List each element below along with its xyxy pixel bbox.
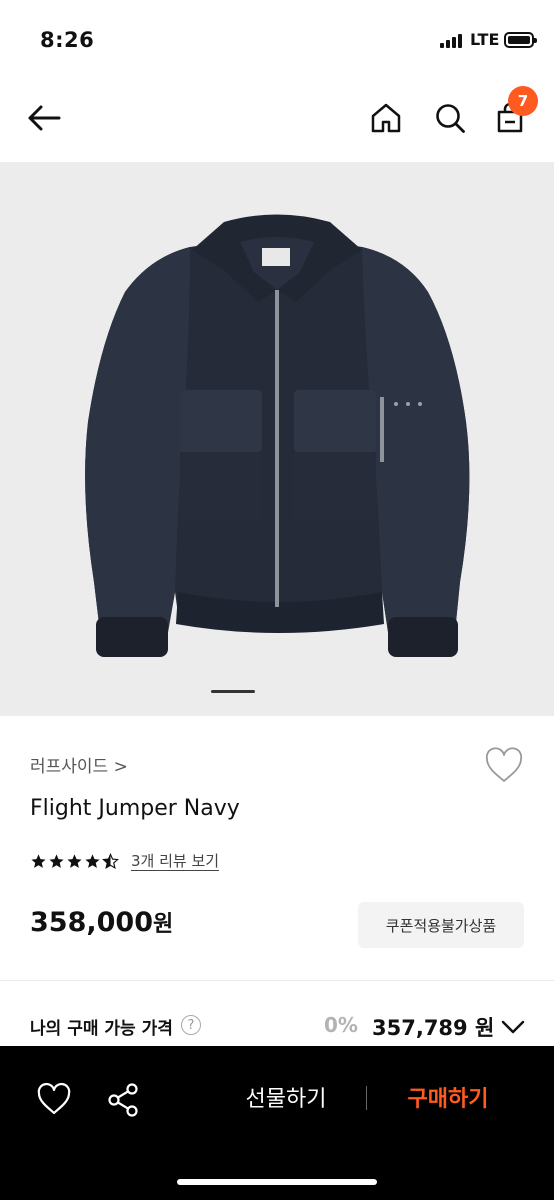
chevron-down-icon: [501, 1020, 525, 1034]
share-button[interactable]: [104, 1080, 144, 1120]
carousel-indicator: [211, 690, 255, 693]
price-unit: 원: [152, 912, 174, 937]
my-price-value: 357,789 원: [372, 1016, 495, 1040]
search-icon: [436, 104, 465, 133]
my-price-row[interactable]: 나의 구매 가능 가격 ? 0% 357,789 원: [0, 1000, 554, 1046]
discount-rate: 0%: [324, 1013, 358, 1037]
review-link[interactable]: 3개 리뷰 보기: [131, 852, 220, 871]
star-icon: [49, 854, 64, 868]
home-button[interactable]: [364, 96, 408, 140]
wishlist-button[interactable]: [482, 744, 526, 788]
home-indicator: [177, 1179, 377, 1185]
question-icon[interactable]: ?: [181, 1015, 201, 1035]
my-price-label: 나의 구매 가능 가격: [30, 1019, 173, 1039]
section-divider: [0, 980, 554, 981]
price-amount: 358,000: [30, 907, 153, 938]
share-icon: [108, 1083, 138, 1117]
battery-icon: [504, 32, 537, 48]
product-title: Flight Jumper Navy: [30, 796, 240, 821]
back-arrow-icon: [28, 105, 61, 131]
rating-row: 3개 리뷰 보기: [30, 852, 220, 871]
bottom-wishlist-button[interactable]: [34, 1080, 74, 1120]
network-label: LTE: [470, 30, 500, 49]
top-nav: [0, 80, 554, 162]
star-icon: [67, 854, 82, 868]
bottom-bar-divider: [366, 1086, 367, 1110]
star-icon: [31, 854, 46, 868]
expand-toggle[interactable]: [498, 1012, 528, 1042]
jacket-image: [85, 214, 470, 657]
signal-icon: [440, 34, 466, 48]
brand-link[interactable]: 러프사이드 >: [30, 752, 128, 777]
home-icon: [371, 103, 401, 133]
bottom-action-bar: 선물하기 구매하기: [0, 1046, 554, 1200]
search-button[interactable]: [428, 96, 472, 140]
cart-count-badge: 7: [508, 86, 538, 116]
product-price: 358,000원: [30, 906, 173, 938]
buy-button[interactable]: 구매하기: [388, 1080, 508, 1114]
star-icon: [85, 854, 100, 868]
star-half-icon: [102, 853, 119, 870]
heart-icon: [37, 1082, 71, 1115]
rating-stars: [30, 853, 119, 870]
back-button[interactable]: [22, 96, 66, 140]
gift-button[interactable]: 선물하기: [218, 1080, 354, 1114]
coupon-unavailable-badge: 쿠폰적용불가상품: [358, 902, 524, 948]
product-image[interactable]: [0, 162, 554, 716]
status-bar: 8:26 LTE: [0, 0, 554, 80]
status-time: 8:26: [40, 28, 95, 52]
heart-icon: [485, 747, 523, 782]
